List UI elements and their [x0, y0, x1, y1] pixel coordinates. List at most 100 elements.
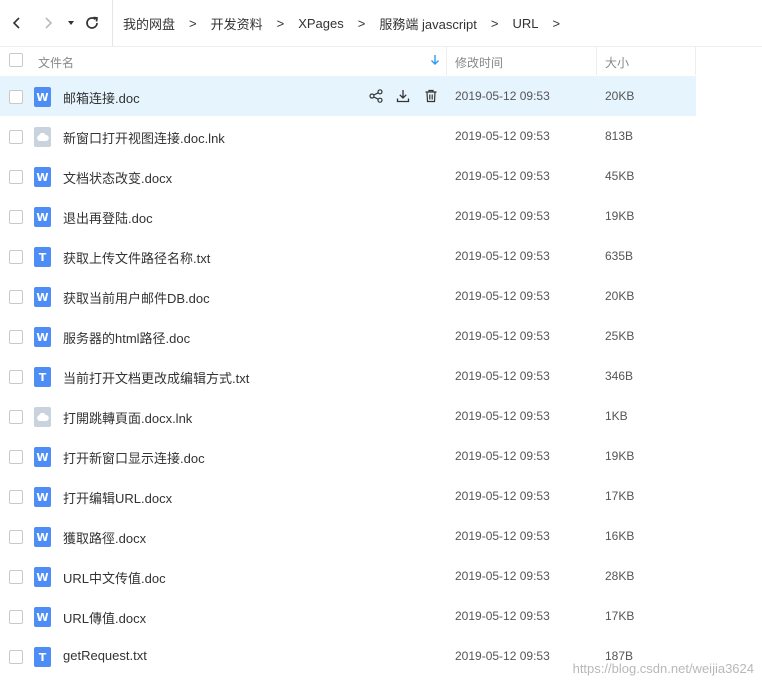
- file-size: 25KB: [605, 329, 635, 343]
- breadcrumb-item[interactable]: URL: [512, 16, 538, 31]
- word-file-icon: W: [34, 487, 51, 507]
- download-icon[interactable]: [395, 88, 411, 104]
- word-file-icon: W: [34, 207, 51, 227]
- text-file-icon: T: [34, 647, 51, 667]
- file-row[interactable]: W 打开编辑URL.docx 2019-05-12 09:53 17KB: [0, 476, 696, 516]
- file-name[interactable]: URL傳值.docx: [63, 608, 146, 627]
- file-name[interactable]: getRequest.txt: [63, 648, 147, 663]
- file-list: W 邮箱连接.doc 2019-05-12 09:53 20KB 新窗口打开视图连接.d…: [0, 76, 762, 676]
- file-row[interactable]: W 获取当前用户邮件DB.doc 2019-05-12 09:53 20KB: [0, 276, 696, 316]
- file-row[interactable]: W 邮箱连接.doc 2019-05-12 09:53 20KB: [0, 76, 696, 116]
- file-name[interactable]: 打开编辑URL.docx: [63, 488, 172, 507]
- back-button[interactable]: [5, 11, 29, 35]
- cloud-shortcut-icon: [34, 127, 51, 147]
- file-size: 20KB: [605, 289, 635, 303]
- file-modified: 2019-05-12 09:53: [455, 489, 550, 503]
- select-all-checkbox[interactable]: [9, 53, 23, 67]
- row-checkbox[interactable]: [9, 650, 23, 664]
- column-modified[interactable]: 修改时间: [455, 54, 503, 71]
- column-size[interactable]: 大小: [605, 54, 629, 71]
- row-checkbox[interactable]: [9, 210, 23, 224]
- row-checkbox[interactable]: [9, 570, 23, 584]
- file-modified: 2019-05-12 09:53: [455, 169, 550, 183]
- file-modified: 2019-05-12 09:53: [455, 409, 550, 423]
- file-size: 20KB: [605, 89, 635, 103]
- arrow-down-icon[interactable]: [430, 54, 440, 69]
- file-size: 635B: [605, 249, 634, 263]
- file-row[interactable]: W URL中文传值.doc 2019-05-12 09:53 28KB: [0, 556, 696, 596]
- file-name[interactable]: 打开新窗口显示连接.doc: [63, 448, 205, 467]
- row-checkbox[interactable]: [9, 610, 23, 624]
- chevron-left-icon: [10, 16, 24, 30]
- row-checkbox[interactable]: [9, 410, 23, 424]
- word-file-icon: W: [34, 287, 51, 307]
- row-checkbox[interactable]: [9, 130, 23, 144]
- breadcrumb-item[interactable]: XPages: [298, 16, 344, 31]
- file-name[interactable]: 退出再登陆.doc: [63, 208, 153, 227]
- file-size: 813B: [605, 129, 634, 143]
- word-file-icon: W: [34, 327, 51, 347]
- file-row[interactable]: W 文档状态改变.docx 2019-05-12 09:53 45KB: [0, 156, 696, 196]
- file-name[interactable]: 新窗口打开视图连接.doc.lnk: [63, 128, 225, 147]
- file-size: 16KB: [605, 529, 635, 543]
- breadcrumb-item[interactable]: 服務端 javascript: [379, 14, 477, 33]
- breadcrumb-separator: >: [189, 15, 197, 31]
- row-checkbox[interactable]: [9, 490, 23, 504]
- file-modified: 2019-05-12 09:53: [455, 569, 550, 583]
- breadcrumb: 我的网盘 > 开发资料 > XPages > 服務端 javascript > URL >: [112, 0, 574, 46]
- forward-button[interactable]: [36, 11, 60, 35]
- file-modified: 2019-05-12 09:53: [455, 89, 550, 103]
- column-header: 文件名 修改时间 大小: [0, 46, 762, 75]
- chevron-right-icon: [41, 16, 55, 30]
- breadcrumb-item[interactable]: 我的网盘: [123, 14, 175, 33]
- word-file-icon: W: [34, 167, 51, 187]
- refresh-button[interactable]: [80, 11, 104, 35]
- breadcrumb-separator: >: [357, 15, 366, 31]
- word-file-icon: W: [34, 527, 51, 547]
- word-file-icon: W: [34, 567, 51, 587]
- file-name[interactable]: 文档状态改变.docx: [63, 168, 172, 187]
- row-checkbox[interactable]: [9, 330, 23, 344]
- file-row[interactable]: W 獲取路徑.docx 2019-05-12 09:53 16KB: [0, 516, 696, 556]
- text-file-icon: T: [34, 367, 51, 387]
- file-name[interactable]: 获取上传文件路径名称.txt: [63, 248, 210, 267]
- file-size: 45KB: [605, 169, 635, 183]
- row-checkbox[interactable]: [9, 250, 23, 264]
- file-name[interactable]: 獲取路徑.docx: [63, 528, 146, 547]
- row-checkbox[interactable]: [9, 290, 23, 304]
- file-size: 17KB: [605, 609, 635, 623]
- row-checkbox[interactable]: [9, 90, 23, 104]
- file-row[interactable]: W 打开新窗口显示连接.doc 2019-05-12 09:53 19KB: [0, 436, 696, 476]
- row-checkbox[interactable]: [9, 170, 23, 184]
- refresh-icon: [84, 15, 100, 31]
- file-modified: 2019-05-12 09:53: [455, 249, 550, 263]
- file-row[interactable]: W 服务器的html路径.doc 2019-05-12 09:53 25KB: [0, 316, 696, 356]
- file-modified: 2019-05-12 09:53: [455, 289, 550, 303]
- file-row[interactable]: T 当前打开文档更改成编辑方式.txt 2019-05-12 09:53 346B: [0, 356, 696, 396]
- file-name[interactable]: 打開跳轉頁面.docx.lnk: [63, 408, 192, 427]
- column-name[interactable]: 文件名: [38, 54, 74, 71]
- delete-icon[interactable]: [423, 88, 439, 104]
- file-modified: 2019-05-12 09:53: [455, 529, 550, 543]
- file-size: 19KB: [605, 449, 635, 463]
- row-checkbox[interactable]: [9, 530, 23, 544]
- file-name[interactable]: 邮箱连接.doc: [63, 88, 140, 107]
- file-name[interactable]: 当前打开文档更改成编辑方式.txt: [63, 368, 249, 387]
- file-row[interactable]: 打開跳轉頁面.docx.lnk 2019-05-12 09:53 1KB: [0, 396, 696, 436]
- file-size: 19KB: [605, 209, 635, 223]
- share-icon[interactable]: [368, 88, 384, 104]
- file-row[interactable]: 新窗口打开视图连接.doc.lnk 2019-05-12 09:53 813B: [0, 116, 696, 156]
- file-row[interactable]: W 退出再登陆.doc 2019-05-12 09:53 19KB: [0, 196, 696, 236]
- breadcrumb-separator: >: [490, 15, 499, 31]
- row-checkbox[interactable]: [9, 450, 23, 464]
- toolbar: 我的网盘 > 开发资料 > XPages > 服務端 javascript > URL >: [0, 0, 762, 47]
- file-row[interactable]: W URL傳值.docx 2019-05-12 09:53 17KB: [0, 596, 696, 636]
- file-size: 28KB: [605, 569, 635, 583]
- file-row[interactable]: T 获取上传文件路径名称.txt 2019-05-12 09:53 635B: [0, 236, 696, 276]
- breadcrumb-item[interactable]: 开发资料: [211, 14, 263, 33]
- file-name[interactable]: URL中文传值.doc: [63, 568, 166, 587]
- caret-down-icon: [66, 18, 76, 28]
- row-checkbox[interactable]: [9, 370, 23, 384]
- file-name[interactable]: 服务器的html路径.doc: [63, 328, 190, 347]
- file-name[interactable]: 获取当前用户邮件DB.doc: [63, 288, 210, 307]
